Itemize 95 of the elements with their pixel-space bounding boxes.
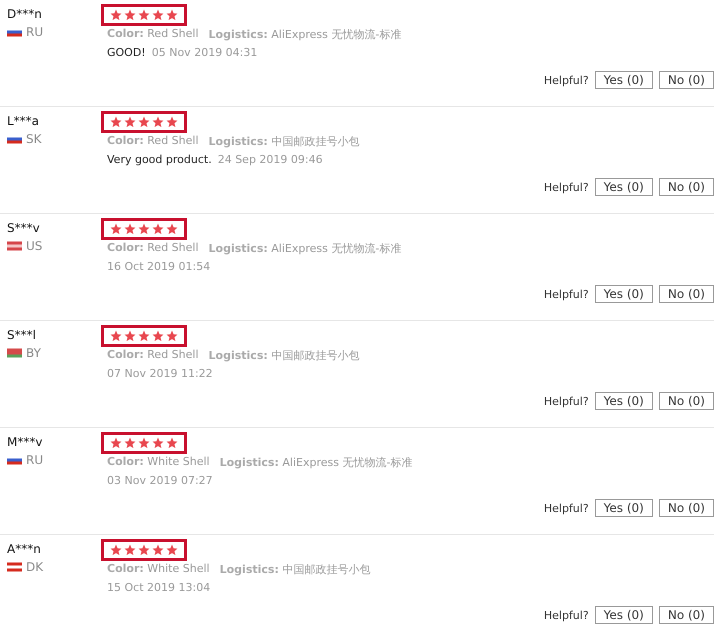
star-icon bbox=[166, 223, 178, 235]
helpful-label: Helpful? bbox=[544, 608, 589, 622]
logistics-value: AliExpress 无忧物流-标准 bbox=[282, 456, 412, 469]
yes-button[interactable]: Yes (0) bbox=[594, 71, 653, 89]
country-code: DK bbox=[26, 560, 44, 574]
color-label: Color: bbox=[107, 134, 144, 147]
logistics-value: 中国邮政挂号小包 bbox=[282, 563, 370, 576]
star-icon bbox=[152, 437, 164, 449]
logistics-label: Logistics: bbox=[208, 28, 268, 41]
country-code: SK bbox=[26, 132, 42, 146]
no-button[interactable]: No (0) bbox=[658, 606, 714, 624]
helpful-label: Helpful? bbox=[544, 502, 589, 514]
star-icon bbox=[152, 9, 164, 21]
star-icon bbox=[124, 116, 136, 128]
star-icon bbox=[152, 544, 164, 556]
no-button[interactable]: No (0) bbox=[658, 178, 714, 196]
star-icon bbox=[124, 330, 136, 342]
star-icon bbox=[166, 330, 178, 342]
star-icon bbox=[166, 116, 178, 128]
star-icon bbox=[166, 544, 178, 556]
star-icon bbox=[110, 330, 122, 342]
yes-button[interactable]: Yes (0) bbox=[594, 606, 653, 624]
country-code: RU bbox=[26, 453, 44, 467]
yes-button[interactable]: Yes (0) bbox=[594, 499, 653, 517]
star-icon bbox=[138, 544, 150, 556]
logistics-label: Logistics: bbox=[208, 349, 268, 362]
helpful-label: Helpful? bbox=[544, 394, 589, 408]
star-icon bbox=[110, 223, 122, 235]
review-comment: GOOD! bbox=[107, 46, 146, 59]
review-date: 15 Oct 2019 13:04 bbox=[107, 581, 210, 594]
user-name: L***a bbox=[7, 114, 40, 128]
color-value: White Shell bbox=[147, 455, 210, 468]
review-date: 16 Oct 2019 01:54 bbox=[107, 260, 210, 273]
review-date: 07 Nov 2019 11:22 bbox=[107, 367, 213, 380]
helpful-label: Helpful? bbox=[544, 180, 589, 194]
star-icon bbox=[138, 116, 150, 128]
star-icon bbox=[138, 437, 150, 449]
star-icon bbox=[152, 330, 164, 342]
helpful-label: Helpful? bbox=[544, 74, 589, 86]
logistics-label: Logistics: bbox=[208, 135, 268, 148]
color-value: Red Shell bbox=[147, 134, 199, 147]
star-icon bbox=[152, 223, 164, 235]
flag-icon bbox=[7, 241, 22, 251]
color-value: Red Shell bbox=[147, 348, 199, 361]
user-name: M***v bbox=[7, 435, 44, 449]
country-code: RU bbox=[26, 25, 44, 39]
review-date: 24 Sep 2019 09:46 bbox=[218, 153, 323, 166]
flag-icon bbox=[7, 562, 22, 572]
user-name: S***l bbox=[7, 328, 37, 342]
star-icon bbox=[124, 437, 136, 449]
color-label: Color: bbox=[107, 241, 144, 254]
user-name: S***v bbox=[7, 221, 41, 235]
color-value: White Shell bbox=[147, 562, 210, 575]
star-icon bbox=[110, 116, 122, 128]
review-date: 03 Nov 2019 07:27 bbox=[107, 474, 213, 487]
color-value: Red Shell bbox=[147, 27, 199, 40]
color-label: Color: bbox=[107, 27, 144, 40]
no-button[interactable]: No (0) bbox=[658, 499, 714, 517]
logistics-label: Logistics: bbox=[208, 242, 268, 255]
flag-icon bbox=[7, 348, 22, 358]
color-value: Red Shell bbox=[147, 241, 199, 254]
color-label: Color: bbox=[107, 455, 144, 468]
star-icon bbox=[138, 223, 150, 235]
yes-button[interactable]: Yes (0) bbox=[594, 392, 653, 410]
user-name: D***n bbox=[7, 7, 43, 21]
logistics-value: 中国邮政挂号小包 bbox=[271, 135, 360, 148]
star-icon bbox=[110, 437, 122, 449]
star-icon bbox=[138, 9, 150, 21]
no-button[interactable]: No (0) bbox=[658, 71, 714, 89]
logistics-value: AliExpress 无忧物流-标准 bbox=[271, 242, 402, 255]
yes-button[interactable]: Yes (0) bbox=[594, 178, 653, 196]
star-icon bbox=[110, 9, 122, 21]
star-icon bbox=[124, 223, 136, 235]
star-icon bbox=[166, 9, 178, 21]
country-code: BY bbox=[26, 346, 41, 360]
logistics-label: Logistics: bbox=[220, 456, 279, 469]
logistics-label: Logistics: bbox=[220, 563, 279, 576]
logistics-value: AliExpress 无忧物流-标准 bbox=[271, 28, 402, 41]
no-button[interactable]: No (0) bbox=[658, 392, 714, 410]
star-icon bbox=[152, 116, 164, 128]
review-comment: Very good product. bbox=[107, 153, 212, 166]
star-icon bbox=[166, 437, 178, 449]
star-icon bbox=[138, 330, 150, 342]
star-icon bbox=[124, 9, 136, 21]
review-date: 05 Nov 2019 04:31 bbox=[152, 46, 258, 59]
yes-button[interactable]: Yes (0) bbox=[594, 285, 653, 303]
country-code: US bbox=[26, 239, 42, 253]
helpful-label: Helpful? bbox=[544, 288, 589, 300]
no-button[interactable]: No (0) bbox=[658, 285, 714, 303]
logistics-value: 中国邮政挂号小包 bbox=[271, 349, 360, 362]
color-label: Color: bbox=[107, 348, 144, 361]
star-icon bbox=[110, 544, 122, 556]
color-label: Color: bbox=[107, 562, 144, 575]
user-name: A***n bbox=[7, 542, 42, 556]
star-icon bbox=[124, 544, 136, 556]
